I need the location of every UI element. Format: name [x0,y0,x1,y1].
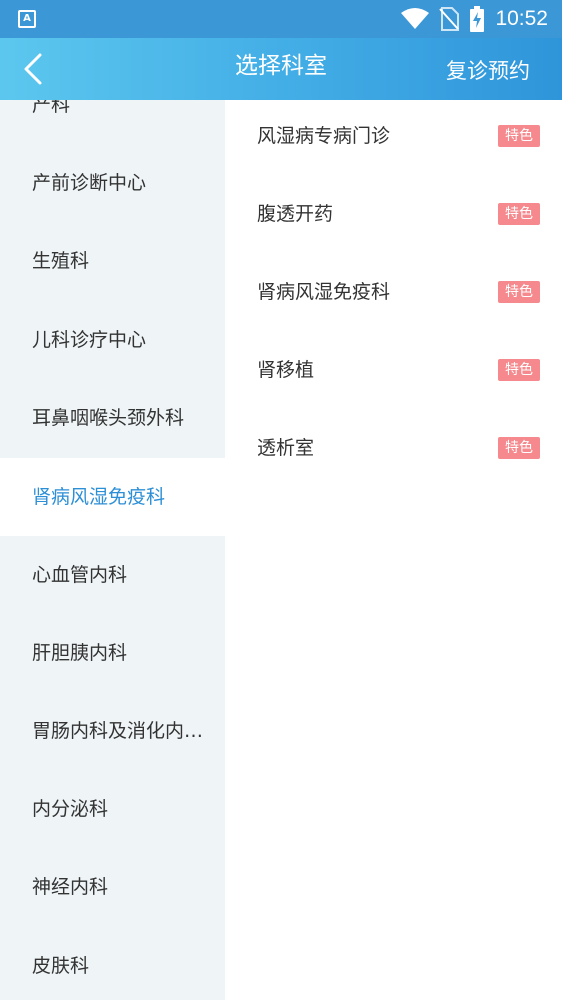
feature-badge: 特色 [498,281,540,303]
chevron-left-icon [24,53,42,85]
clinic-name: 腹透开药 [257,203,334,225]
clock-time: 10:52 [495,7,548,30]
department-item[interactable]: 心血管内科 [0,536,225,614]
status-icons: 10:52 [401,4,548,34]
department-item[interactable]: 产科 [0,100,225,144]
wifi-icon [401,8,430,29]
clinic-name: 风湿病专病门诊 [257,125,391,147]
feature-badge: 特色 [498,125,540,147]
clinic-item[interactable]: 风湿病专病门诊 特色 [225,100,562,178]
department-item[interactable]: 产前诊断中心 [0,144,225,222]
feature-badge: 特色 [498,437,540,459]
follow-up-appointment-button[interactable]: 复诊预约 [446,38,530,100]
department-item[interactable]: 神经内科 [0,848,225,926]
clinic-item[interactable]: 透析室 特色 [225,412,562,490]
clinic-list: 风湿病专病门诊 特色 腹透开药 特色 肾病风湿免疫科 特色 肾移植 特色 透析室… [225,100,562,1000]
clinic-name: 肾病风湿免疫科 [257,281,391,303]
no-sim-icon [439,7,460,31]
department-item[interactable]: 肝胆胰内科 [0,614,225,692]
department-item[interactable]: 耳鼻咽喉头颈外科 [0,379,225,457]
battery-charging-icon [470,6,485,32]
clinic-name: 肾移植 [257,359,315,381]
clinic-item[interactable]: 肾移植 特色 [225,334,562,412]
department-item[interactable]: 胃肠内科及消化内… [0,692,225,770]
app-header: 选择科室 复诊预约 [0,38,562,100]
department-item[interactable]: 儿科诊疗中心 [0,301,225,379]
department-item[interactable]: 内分泌科 [0,770,225,848]
app-notification-icon: A [18,10,36,28]
clinic-item[interactable]: 肾病风湿免疫科 特色 [225,256,562,334]
department-list[interactable]: 产科 产前诊断中心 生殖科 儿科诊疗中心 耳鼻咽喉头颈外科 肾病风湿免疫科 心血… [0,100,225,1000]
status-bar: A 10:52 [0,0,562,38]
feature-badge: 特色 [498,203,540,225]
clinic-item[interactable]: 腹透开药 特色 [225,178,562,256]
feature-badge: 特色 [498,359,540,381]
department-item[interactable]: 皮肤科 [0,927,225,1000]
department-item[interactable]: 生殖科 [0,222,225,300]
clinic-name: 透析室 [257,437,315,459]
back-button[interactable] [22,46,68,92]
department-item-selected[interactable]: 肾病风湿免疫科 [0,458,225,536]
